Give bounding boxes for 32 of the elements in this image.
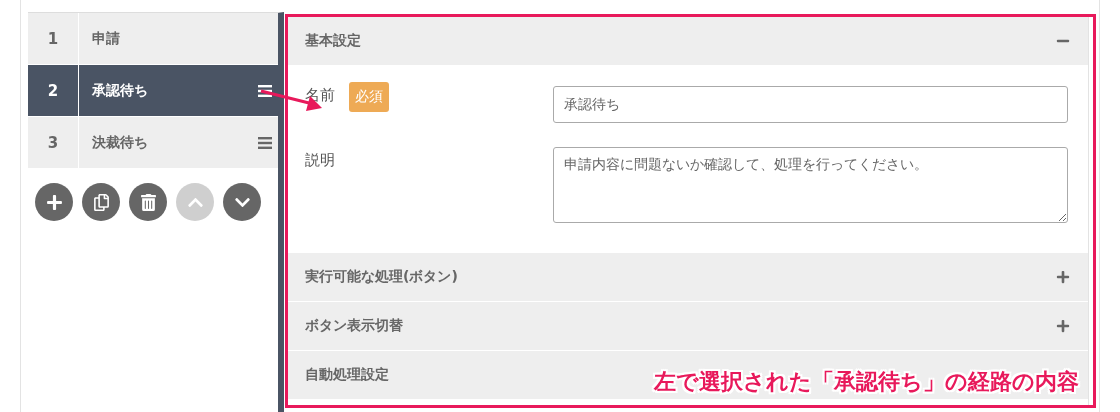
step-item[interactable]: 2 承認待ち — [28, 65, 278, 117]
step-number: 3 — [28, 117, 79, 168]
section-title: 自動処理設定 — [305, 366, 389, 384]
step-number: 2 — [28, 65, 79, 116]
section-title: 基本設定 — [305, 32, 361, 50]
description-field[interactable]: 申請内容に問題ないか確認して、処理を行ってください。 — [553, 147, 1068, 223]
drag-handle-icon[interactable] — [258, 136, 272, 149]
delete-button[interactable] — [129, 183, 167, 221]
step-item[interactable]: 1 申請 — [28, 13, 278, 65]
copy-icon — [92, 193, 110, 211]
required-tag: 必須 — [349, 82, 389, 112]
section-title: ボタン表示切替 — [305, 317, 403, 335]
section-header[interactable]: 実行可能な処理(ボタン) — [288, 253, 1088, 302]
step-label: 承認待ち — [91, 80, 149, 100]
section-header[interactable]: 基本設定 — [288, 17, 1088, 66]
name-field[interactable]: 承認待ち — [553, 86, 1068, 123]
copy-button[interactable] — [82, 183, 120, 221]
expand-icon[interactable] — [1056, 319, 1070, 333]
drag-handle-icon[interactable] — [258, 84, 272, 97]
trash-icon — [139, 193, 157, 211]
field-label: 説明 — [305, 150, 335, 170]
step-label: 申請 — [91, 28, 121, 48]
move-down-button[interactable] — [223, 183, 261, 221]
step-item[interactable]: 3 決裁待ち — [28, 117, 278, 169]
section-header[interactable]: ボタン表示切替 — [288, 302, 1088, 351]
plus-icon — [45, 193, 63, 211]
step-number: 1 — [28, 13, 79, 64]
annotation-text: 左で選択された「承認待ち」の経路の内容 — [654, 368, 1079, 396]
expand-icon[interactable] — [1056, 270, 1070, 284]
step-label: 決裁待ち — [91, 132, 149, 152]
section-title: 実行可能な処理(ボタン) — [305, 268, 458, 286]
add-button[interactable] — [35, 183, 73, 221]
